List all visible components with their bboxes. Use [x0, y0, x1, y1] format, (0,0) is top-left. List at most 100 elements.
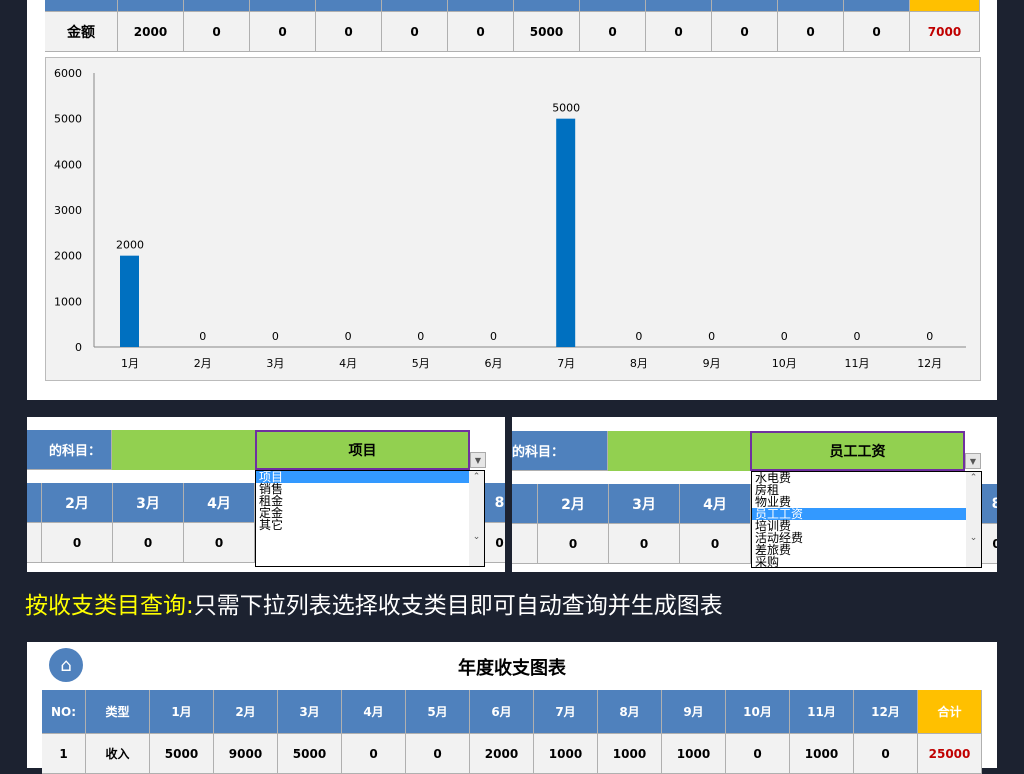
table-cell: 5000	[150, 734, 214, 774]
x-tick-label: 10月	[772, 357, 797, 370]
column-header: 8月	[598, 690, 662, 734]
amount-cell: 0	[316, 12, 382, 52]
listbox-option[interactable]: 租金	[256, 495, 469, 507]
data-label: 0	[272, 330, 279, 343]
table-cell: 2000	[470, 734, 534, 774]
table-cell: 1	[42, 734, 86, 774]
month-header: 8	[982, 484, 997, 524]
dropdown-arrow-button[interactable]: ▼	[965, 453, 981, 469]
category-select[interactable]: 员工工资	[750, 431, 965, 471]
data-label: 2000	[116, 239, 144, 252]
month-header: 2月	[538, 484, 609, 524]
x-tick-label: 2月	[194, 357, 212, 370]
data-label: 5000	[552, 102, 580, 115]
x-tick-label: 8月	[630, 357, 648, 370]
month-value: 0	[184, 523, 255, 563]
header-cell	[448, 0, 514, 12]
column-header: 11月	[790, 690, 854, 734]
month-header	[512, 484, 538, 524]
dropdown-arrow-button[interactable]: ▼	[470, 452, 486, 468]
bar-chart: 0 1000 2000 3000 4000 5000 6000 2000 1月 0 2月 0 3月 0 4月…	[45, 57, 981, 381]
amount-cell: 0	[184, 12, 250, 52]
y-tick-label: 6000	[54, 67, 82, 80]
month-header: 4月	[184, 483, 255, 523]
annual-title: 年度收支图表	[458, 658, 566, 679]
row-label: 金额	[45, 12, 118, 52]
header-cell	[778, 0, 844, 12]
month-header	[27, 483, 42, 523]
table-cell: 0	[854, 734, 918, 774]
x-tick-label: 11月	[845, 357, 870, 370]
month-value	[512, 524, 538, 564]
month-header: 4月	[680, 484, 751, 524]
y-tick-label: 1000	[54, 295, 82, 308]
listbox-option[interactable]: 差旅费	[752, 544, 966, 556]
header-cell	[45, 0, 118, 12]
amount-cell: 0	[250, 12, 316, 52]
listbox-option[interactable]: 定金	[256, 507, 469, 519]
data-label: 0	[417, 330, 424, 343]
table-cell: 0	[406, 734, 470, 774]
scrollbar[interactable]: ⌃ ⌄	[966, 472, 981, 567]
x-tick-label: 9月	[703, 357, 721, 370]
data-label: 0	[345, 330, 352, 343]
column-header: 7月	[534, 690, 598, 734]
listbox-option[interactable]: 采购	[752, 556, 966, 568]
listbox-option[interactable]: 销售	[256, 483, 469, 495]
column-header: 9月	[662, 690, 726, 734]
month-header: 3月	[609, 484, 680, 524]
table-cell: 0	[342, 734, 406, 774]
table-cell: 1000	[662, 734, 726, 774]
month-value: 0	[982, 524, 997, 564]
column-header: 1月	[150, 690, 214, 734]
column-header: 10月	[726, 690, 790, 734]
table-cell: 1000	[790, 734, 854, 774]
data-label: 0	[199, 330, 206, 343]
caption-text: 只需下拉列表选择收支类目即可自动查询并生成图表	[193, 593, 723, 619]
month-value: 0	[538, 524, 609, 564]
caption-highlight: 按收支类目查询:	[25, 593, 194, 619]
month-value: 0	[113, 523, 184, 563]
column-header: 3月	[278, 690, 342, 734]
month-value: 0	[609, 524, 680, 564]
data-label: 0	[781, 330, 788, 343]
bar	[120, 255, 139, 347]
table-cell: 0	[726, 734, 790, 774]
month-header: 2月	[42, 483, 113, 523]
category-listbox[interactable]: 水电费 房租 物业费 员工工资 培训费 活动经费 差旅费 采购 ⌃ ⌄	[751, 471, 982, 568]
amount-cell: 0	[646, 12, 712, 52]
listbox-option[interactable]: 水电费	[752, 472, 966, 484]
x-tick-label: 12月	[917, 357, 942, 370]
column-header: 5月	[406, 690, 470, 734]
y-tick-label: 0	[75, 341, 82, 354]
amount-cell: 7000	[910, 12, 980, 52]
month-value: 0	[680, 524, 751, 564]
x-tick-label: 5月	[412, 357, 430, 370]
x-tick-label: 7月	[557, 357, 575, 370]
data-label: 0	[854, 330, 861, 343]
header-cell	[580, 0, 646, 12]
query-label: 的科目：	[512, 431, 608, 471]
listbox-option[interactable]: 项目	[256, 471, 469, 483]
amount-cell: 0	[844, 12, 910, 52]
header-cell	[184, 0, 250, 12]
column-header: 6月	[470, 690, 534, 734]
amount-cell: 0	[580, 12, 646, 52]
amount-cell: 5000	[514, 12, 580, 52]
x-tick-label: 4月	[339, 357, 357, 370]
category-select[interactable]: 项目	[255, 430, 470, 470]
y-tick-label: 4000	[54, 158, 82, 171]
table-cell: 1000	[598, 734, 662, 774]
table-cell: 25000	[918, 734, 982, 774]
amount-cell: 0	[448, 12, 514, 52]
scrollbar[interactable]: ⌃ ⌄	[469, 471, 484, 566]
category-listbox[interactable]: 项目 销售 租金 定金 其它 ⌃ ⌄	[255, 470, 485, 567]
column-header: 12月	[854, 690, 918, 734]
amount-cell: 2000	[118, 12, 184, 52]
y-tick-label: 2000	[54, 250, 82, 263]
month-header: 3月	[113, 483, 184, 523]
query-label: 的科目：	[27, 430, 112, 470]
listbox-option[interactable]: 其它	[256, 519, 469, 531]
header-cell	[646, 0, 712, 12]
chart-svg: 0 1000 2000 3000 4000 5000 6000 2000 1月 0 2月 0 3月 0 4月…	[54, 67, 966, 370]
